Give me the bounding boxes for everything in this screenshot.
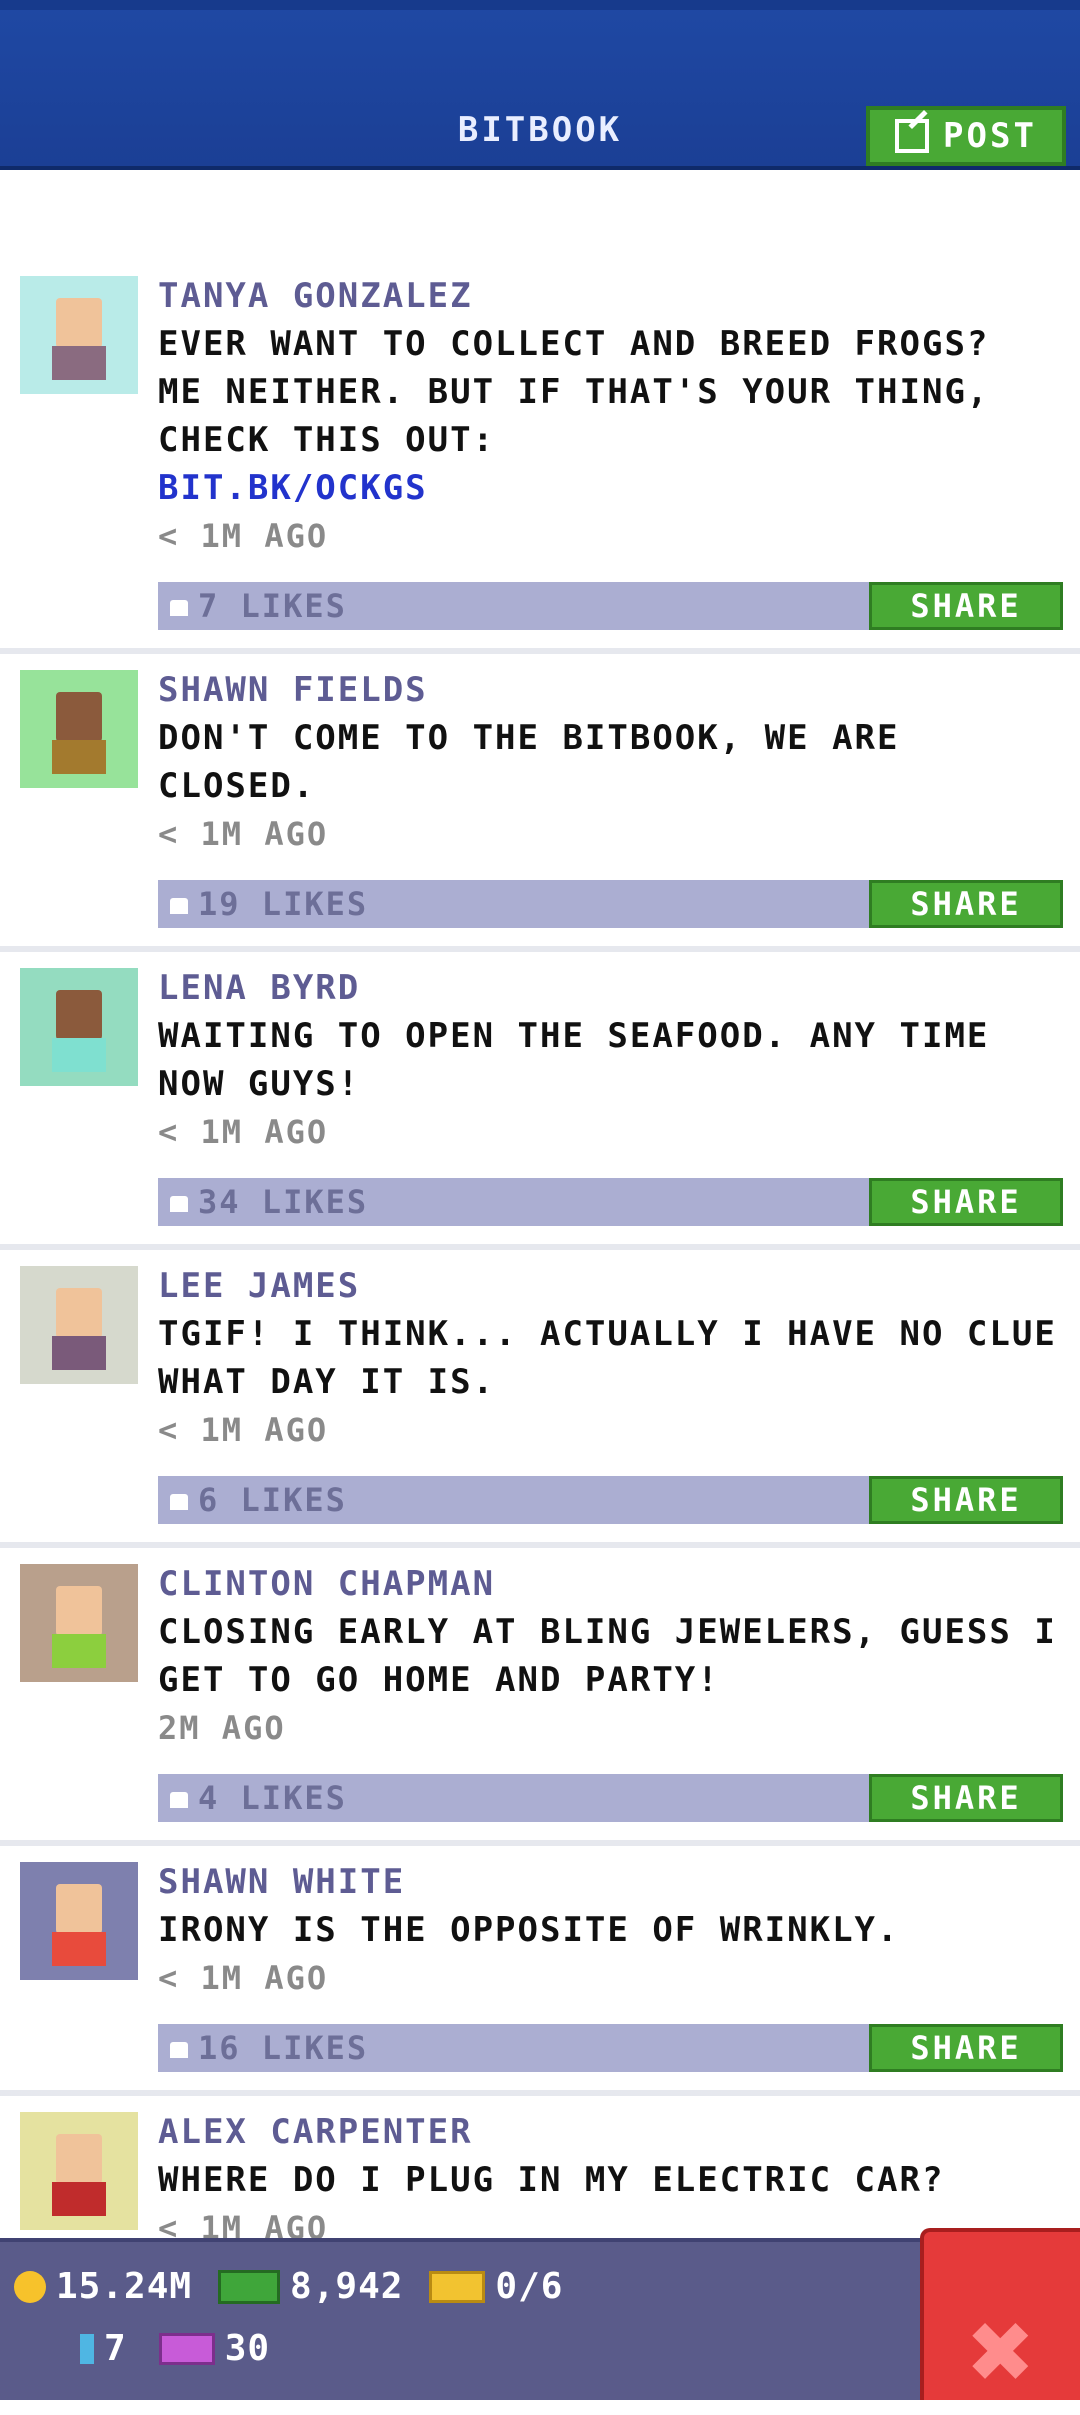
like-count: 16 LIKES	[198, 2029, 369, 2067]
like-count: 7 LIKES	[198, 587, 347, 625]
phone-icon	[80, 2333, 94, 2364]
avatar[interactable]	[20, 968, 138, 1086]
coin-count: 15.24M	[56, 2266, 193, 2307]
feed-post: TANYA GONZALEZ EVER WANT TO COLLECT AND …	[0, 260, 1080, 654]
ticket-icon	[429, 2270, 486, 2303]
post-author: ALEX CARPENTER	[158, 2112, 473, 2152]
like-bar[interactable]: 6 LIKES SHARE	[158, 1476, 1063, 1524]
post-author: CLINTON CHAPMAN	[158, 1564, 496, 1604]
edit-icon	[895, 119, 930, 153]
post-message: CLOSING EARLY AT BLING JEWELERS, GUESS I…	[158, 1612, 1057, 1700]
post-message: TGIF! I THINK... ACTUALLY I HAVE NO CLUE…	[158, 1314, 1057, 1402]
post-button-label: POST	[943, 116, 1037, 156]
close-button[interactable]: ✖	[920, 2228, 1080, 2406]
avatar[interactable]	[20, 2112, 138, 2230]
avatar[interactable]	[20, 670, 138, 788]
avatar[interactable]	[20, 1266, 138, 1384]
thumbs-up-icon	[170, 1196, 188, 1212]
feed[interactable]: TANYA GONZALEZ EVER WANT TO COLLECT AND …	[0, 260, 1080, 2258]
feed-post: LEE JAMES TGIF! I THINK... ACTUALLY I HA…	[0, 1250, 1080, 1548]
post-time: < 1M AGO	[158, 815, 329, 853]
thumbs-up-icon	[170, 898, 188, 914]
share-button[interactable]: SHARE	[869, 2024, 1063, 2072]
post-message: EVER WANT TO COLLECT AND BREED FROGS? ME…	[158, 324, 990, 460]
close-icon: ✖	[968, 2287, 1036, 2415]
post-author: SHAWN FIELDS	[158, 670, 428, 710]
thumbs-up-icon	[170, 1792, 188, 1808]
coin-icon	[14, 2270, 46, 2303]
feed-post: CLINTON CHAPMAN CLOSING EARLY AT BLING J…	[0, 1548, 1080, 1846]
like-bar[interactable]: 7 LIKES SHARE	[158, 582, 1063, 630]
like-bar[interactable]: 4 LIKES SHARE	[158, 1774, 1063, 1822]
post-link[interactable]: BIT.BK/OCKGS	[158, 464, 1063, 512]
thumbs-up-icon	[170, 600, 188, 616]
phone-count: 7	[104, 2328, 127, 2369]
like-bar[interactable]: 34 LIKES SHARE	[158, 1178, 1063, 1226]
like-bar[interactable]: 19 LIKES SHARE	[158, 880, 1063, 928]
share-button[interactable]: SHARE	[869, 1774, 1063, 1822]
top-bar: BITBOOK POST	[0, 0, 1080, 170]
post-author: TANYA GONZALEZ	[158, 276, 473, 316]
bux-count: 8,942	[290, 2266, 404, 2307]
like-count: 6 LIKES	[198, 1481, 347, 1519]
like-count: 19 LIKES	[198, 885, 369, 923]
post-message: WAITING TO OPEN THE SEAFOOD. ANY TIME NO…	[158, 1016, 990, 1104]
share-button[interactable]: SHARE	[869, 582, 1063, 630]
thumbs-up-icon	[170, 2042, 188, 2058]
vip-icon	[158, 2332, 215, 2365]
post-time: < 1M AGO	[158, 1959, 329, 1997]
post-author: LEE JAMES	[158, 1266, 361, 1306]
feed-post: ALEX CARPENTER WHERE DO I PLUG IN MY ELE…	[0, 2096, 1080, 2258]
share-button[interactable]: SHARE	[869, 1476, 1063, 1524]
like-count: 4 LIKES	[198, 1779, 347, 1817]
post-time: 2M AGO	[158, 1709, 286, 1747]
post-author: LENA BYRD	[158, 968, 361, 1008]
thumbs-up-icon	[170, 1494, 188, 1510]
post-button[interactable]: POST	[866, 106, 1066, 166]
ticket-count: 0/6	[495, 2266, 564, 2307]
like-bar[interactable]: 16 LIKES SHARE	[158, 2024, 1063, 2072]
avatar[interactable]	[20, 1564, 138, 1682]
feed-post: LENA BYRD WAITING TO OPEN THE SEAFOOD. A…	[0, 952, 1080, 1250]
resource-hud: 15.24M 8,942 0/6 7 30	[0, 2238, 1080, 2400]
post-message: WHERE DO I PLUG IN MY ELECTRIC CAR?	[158, 2160, 945, 2200]
post-author: SHAWN WHITE	[158, 1862, 406, 1902]
post-time: < 1M AGO	[158, 517, 329, 555]
share-button[interactable]: SHARE	[869, 880, 1063, 928]
post-message: DON'T COME TO THE BITBOOK, WE ARE CLOSED…	[158, 718, 900, 806]
post-message: IRONY IS THE OPPOSITE OF WRINKLY.	[158, 1910, 900, 1950]
avatar[interactable]	[20, 276, 138, 394]
like-count: 34 LIKES	[198, 1183, 369, 1221]
post-time: < 1M AGO	[158, 1411, 329, 1449]
avatar[interactable]	[20, 1862, 138, 1980]
post-time: < 1M AGO	[158, 1113, 329, 1151]
vip-count: 30	[224, 2328, 271, 2369]
feed-post: SHAWN WHITE IRONY IS THE OPPOSITE OF WRI…	[0, 1846, 1080, 2096]
share-button[interactable]: SHARE	[869, 1178, 1063, 1226]
bux-icon	[218, 2269, 281, 2304]
feed-post: SHAWN FIELDS DON'T COME TO THE BITBOOK, …	[0, 654, 1080, 952]
